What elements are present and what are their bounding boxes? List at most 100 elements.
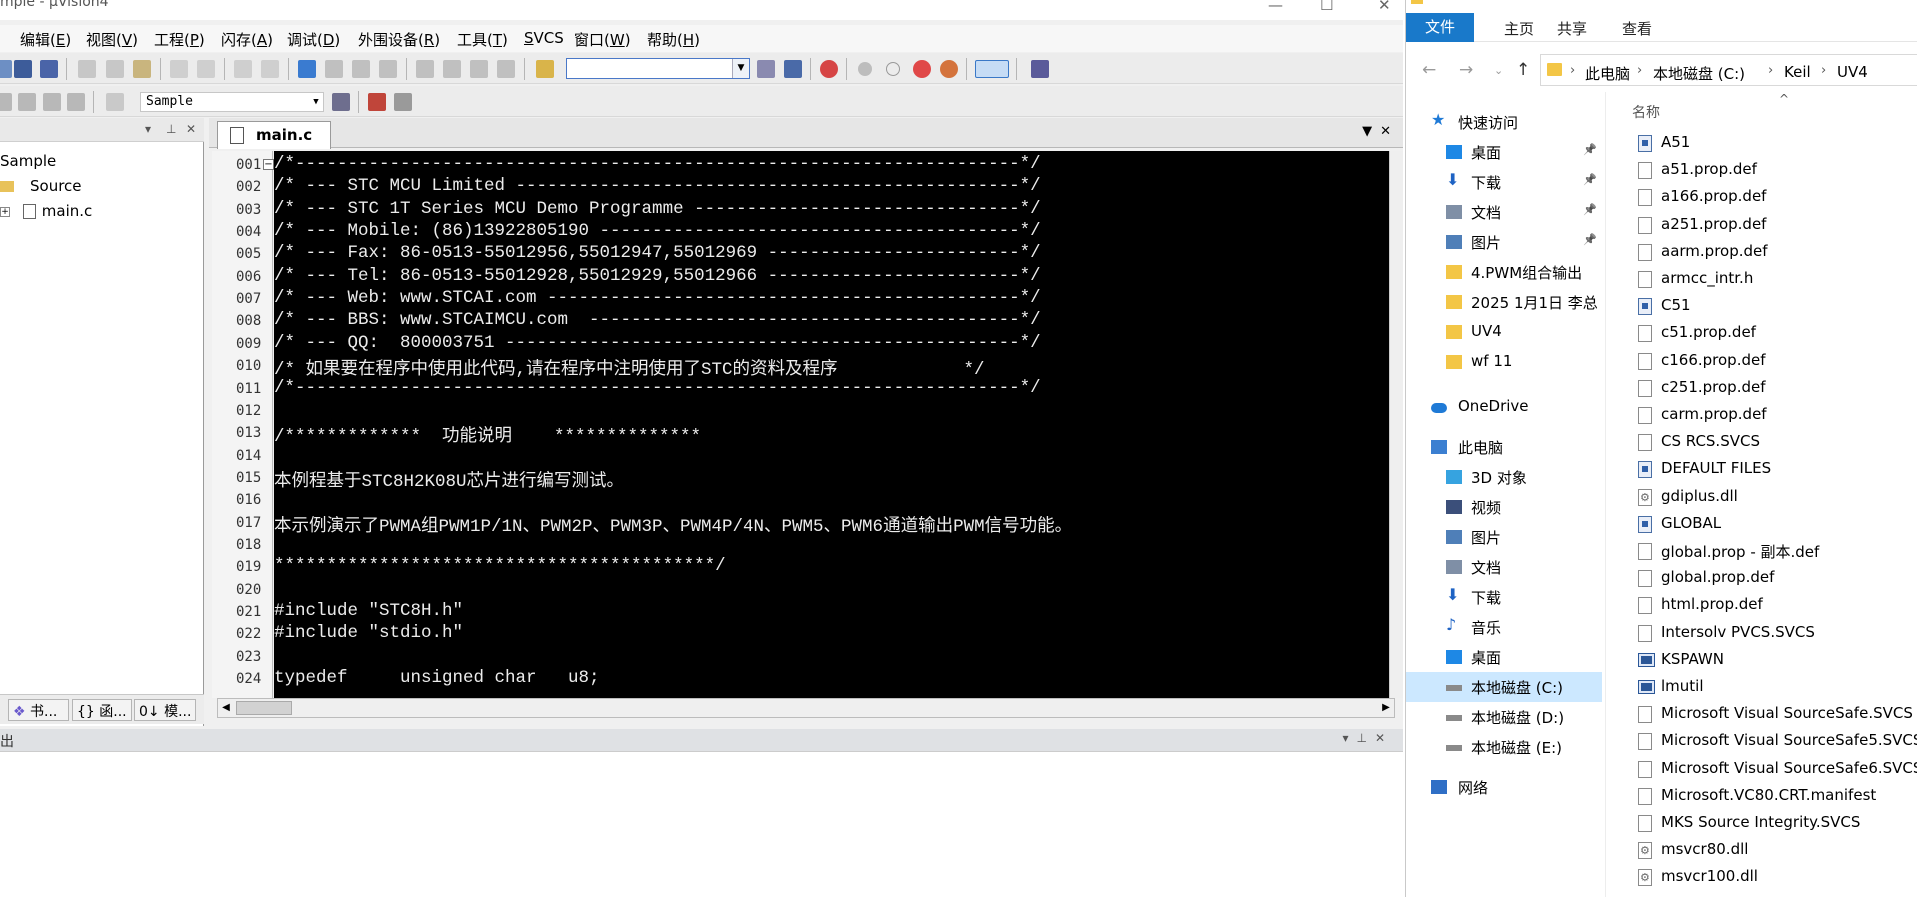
- select-packs-icon[interactable]: [394, 93, 412, 111]
- breadcrumb-keil[interactable]: Keil: [1784, 63, 1811, 81]
- nav-item[interactable]: 文档 📌: [1406, 197, 1602, 227]
- prev-bookmark-icon[interactable]: [325, 60, 343, 78]
- clear-bookmarks-icon[interactable]: [379, 60, 397, 78]
- paste-icon[interactable]: [133, 60, 151, 78]
- undo-icon[interactable]: [170, 60, 188, 78]
- nav-item[interactable]: ★ 快速访问: [1406, 107, 1602, 137]
- column-header-name[interactable]: 名称: [1632, 102, 1660, 122]
- scroll-left-icon[interactable]: ◀: [218, 699, 234, 717]
- maximize-icon[interactable]: ☐: [1320, 0, 1333, 14]
- redo-icon[interactable]: [197, 60, 215, 78]
- ribbon-tab-share[interactable]: 共享: [1557, 18, 1587, 39]
- breadcrumb-chevron-icon[interactable]: ›: [1637, 63, 1642, 78]
- translate-icon[interactable]: [0, 93, 12, 111]
- menu-item-0[interactable]: 编辑(E): [20, 29, 71, 50]
- breadcrumb-chevron-icon[interactable]: ›: [1570, 63, 1575, 78]
- unindent-icon[interactable]: [443, 60, 461, 78]
- find-combobox[interactable]: ▼: [566, 58, 750, 79]
- new-file-icon[interactable]: [0, 60, 12, 78]
- manage-project-items-icon[interactable]: [368, 93, 386, 111]
- file-row[interactable]: Microsoft Visual SourceSafe5.SVCS: [1626, 727, 1917, 754]
- cut-icon[interactable]: [78, 60, 96, 78]
- menu-item-8[interactable]: 窗口(W): [574, 29, 631, 50]
- file-row[interactable]: a51.prop.def: [1626, 156, 1917, 183]
- indent-icon[interactable]: [416, 60, 434, 78]
- rebuild-icon[interactable]: [43, 93, 61, 111]
- bookmark-icon[interactable]: [298, 60, 316, 78]
- nav-item[interactable]: 图片 📌: [1406, 227, 1602, 257]
- nav-item[interactable]: OneDrive: [1406, 392, 1602, 422]
- nav-item[interactable]: 本地磁盘 (E:): [1406, 732, 1602, 762]
- pin-icon[interactable]: ⊥: [1356, 731, 1374, 745]
- file-row[interactable]: C51: [1626, 292, 1917, 319]
- menu-item-4[interactable]: 调试(D): [287, 29, 340, 50]
- back-arrow-icon[interactable]: ←: [1422, 60, 1436, 80]
- batch-build-icon[interactable]: [67, 93, 85, 111]
- file-row[interactable]: c251.prop.def: [1626, 374, 1917, 401]
- target-options-icon[interactable]: [332, 93, 350, 111]
- menu-item-5[interactable]: 外围设备(R): [358, 29, 440, 50]
- nav-item[interactable]: ⬇ 下载: [1406, 582, 1602, 612]
- nav-item[interactable]: wf 11: [1406, 347, 1602, 377]
- chevron-down-icon[interactable]: ▼: [309, 93, 323, 111]
- incremental-find-icon[interactable]: [784, 60, 802, 78]
- nav-item[interactable]: ♪ 音乐: [1406, 612, 1602, 642]
- ribbon-tab-view[interactable]: 查看: [1622, 18, 1652, 39]
- file-row[interactable]: aarm.prop.def: [1626, 238, 1917, 265]
- nav-item[interactable]: 视频: [1406, 492, 1602, 522]
- chevron-down-icon[interactable]: ▼: [1362, 124, 1380, 139]
- download-load-icon[interactable]: [106, 93, 124, 111]
- nav-item[interactable]: 文档: [1406, 552, 1602, 582]
- next-bookmark-icon[interactable]: [352, 60, 370, 78]
- configure-icon[interactable]: [1031, 60, 1049, 78]
- tree-file-main-c[interactable]: + main.c: [0, 202, 92, 220]
- file-row[interactable]: a251.prop.def: [1626, 211, 1917, 238]
- copy-icon[interactable]: [106, 60, 124, 78]
- file-row[interactable]: Microsoft.VC80.CRT.manifest: [1626, 782, 1917, 809]
- file-row[interactable]: gdiplus.dll: [1626, 483, 1917, 510]
- tree-group-source[interactable]: Source: [0, 177, 82, 195]
- vertical-scrollbar[interactable]: [1389, 151, 1403, 698]
- close-icon[interactable]: ✕: [186, 122, 196, 136]
- save-all-icon[interactable]: [40, 60, 58, 78]
- nav-item[interactable]: UV4: [1406, 317, 1602, 347]
- close-icon[interactable]: ✕: [1375, 731, 1393, 745]
- file-row[interactable]: c51.prop.def: [1626, 319, 1917, 346]
- build-icon[interactable]: [18, 93, 36, 111]
- menu-item-7[interactable]: SVCS: [524, 29, 564, 47]
- recent-locations-icon[interactable]: ⌄: [1494, 64, 1503, 77]
- breadcrumb-uv4[interactable]: UV4: [1837, 63, 1868, 81]
- close-icon[interactable]: ✕: [1378, 0, 1391, 14]
- debug-session-icon[interactable]: [820, 60, 838, 78]
- file-row[interactable]: GLOBAL: [1626, 510, 1917, 537]
- file-row[interactable]: global.prop - 副本.def: [1626, 537, 1917, 564]
- up-arrow-icon[interactable]: ↑: [1516, 60, 1530, 80]
- file-row[interactable]: KSPAWN: [1626, 646, 1917, 673]
- address-bar[interactable]: › 此电脑 › 本地磁盘 (C:) › Keil › UV4: [1540, 54, 1917, 86]
- window-layout-icon[interactable]: [975, 60, 1009, 78]
- minimize-icon[interactable]: —: [1268, 0, 1283, 14]
- breadcrumb-chevron-icon[interactable]: ›: [1821, 63, 1826, 78]
- file-row[interactable]: A51: [1626, 129, 1917, 156]
- nav-item[interactable]: 本地磁盘 (D:): [1406, 702, 1602, 732]
- find-icon[interactable]: [757, 60, 775, 78]
- scrollbar-thumb[interactable]: [236, 701, 292, 715]
- file-row[interactable]: global.prop.def: [1626, 564, 1917, 591]
- disable-breakpoint-icon[interactable]: [886, 62, 900, 76]
- file-row[interactable]: Microsoft Visual SourceSafe.SVCS: [1626, 700, 1917, 727]
- save-icon[interactable]: [14, 60, 32, 78]
- tab-main-c[interactable]: main.c: [217, 121, 331, 149]
- nav-item[interactable]: 本地磁盘 (C:): [1406, 672, 1602, 702]
- tab-functions[interactable]: {} 函...: [72, 699, 132, 721]
- file-row[interactable]: carm.prop.def: [1626, 401, 1917, 428]
- file-row[interactable]: Microsoft Visual SourceSafe6.SVCS: [1626, 755, 1917, 782]
- nav-item[interactable]: 4.PWM组合输出: [1406, 257, 1602, 287]
- build-output-area[interactable]: [0, 751, 1403, 897]
- nav-item[interactable]: 图片: [1406, 522, 1602, 552]
- menu-item-6[interactable]: 工具(T): [457, 29, 508, 50]
- expand-icon[interactable]: +: [0, 206, 10, 217]
- chevron-down-icon[interactable]: ▾: [145, 122, 151, 136]
- chevron-down-icon[interactable]: ▾: [1342, 731, 1356, 745]
- file-row[interactable]: DEFAULT FILES: [1626, 455, 1917, 482]
- kill-breakpoints-icon[interactable]: [913, 60, 931, 78]
